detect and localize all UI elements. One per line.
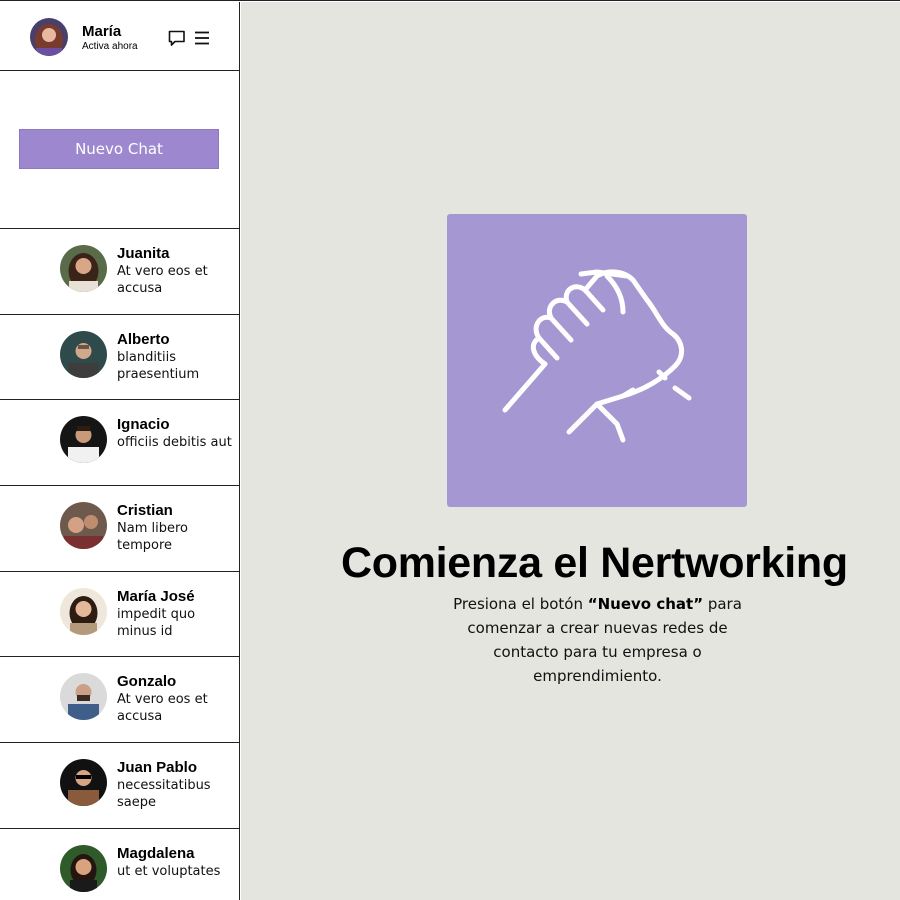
contact-item-ignacio[interactable]: Ignacio officiis debitis aut xyxy=(0,400,239,487)
user-name: María xyxy=(82,23,122,40)
contact-list: Juanita At vero eos et accusa Alberto bl… xyxy=(0,229,239,900)
contact-avatar xyxy=(60,502,107,550)
page-description: Presiona el botón “Nuevo chat” para come… xyxy=(441,592,754,688)
user-avatar[interactable] xyxy=(30,18,68,56)
contact-name: María José xyxy=(117,587,195,605)
contact-name: Magdalena xyxy=(117,844,195,862)
contact-last-message: blanditiis praesentium xyxy=(117,349,200,382)
app-window: María Activa ahora Nuevo Chat Juanita At… xyxy=(0,0,900,900)
contact-name: Gonzalo xyxy=(117,673,177,691)
description-highlight: “Nuevo chat” xyxy=(587,595,704,613)
hamburger-menu-icon[interactable] xyxy=(193,29,211,47)
sidebar: María Activa ahora Nuevo Chat Juanita At… xyxy=(0,2,240,900)
main-panel: Comienza el Nertworking Presiona el botó… xyxy=(241,2,900,900)
contact-item-magdalena[interactable]: Magdalena ut et voluptates xyxy=(0,829,239,900)
chat-bubble-icon[interactable] xyxy=(167,28,187,48)
contact-avatar xyxy=(60,587,107,635)
contact-avatar xyxy=(60,759,107,807)
hero-illustration xyxy=(447,214,747,507)
contact-avatar xyxy=(60,416,107,464)
profile-header: María Activa ahora xyxy=(0,2,239,71)
page-title: Comienza el Nertworking xyxy=(341,539,848,587)
contact-name: Alberto xyxy=(117,330,170,348)
contact-name: Juanita xyxy=(117,245,170,262)
contact-last-message: ut et voluptates xyxy=(117,863,221,879)
contact-last-message: At vero eos et accusa xyxy=(117,264,208,296)
contact-item-juanita[interactable]: Juanita At vero eos et accusa xyxy=(0,229,239,315)
contact-last-message: Nam libero tempore xyxy=(117,521,188,554)
contact-item-cristian[interactable]: Cristian Nam libero tempore xyxy=(0,486,239,572)
contact-avatar xyxy=(60,245,107,292)
contact-item-gonzalo[interactable]: Gonzalo At vero eos et accusa xyxy=(0,657,239,744)
contact-last-message: At vero eos et accusa xyxy=(117,692,208,725)
description-text-start: Presiona el botón xyxy=(453,595,588,613)
contact-last-message: impedit quo minus id xyxy=(117,606,196,639)
contact-avatar xyxy=(60,844,107,892)
contact-last-message: necessitatibus saepe xyxy=(117,778,211,811)
user-status: Activa ahora xyxy=(82,41,138,52)
contact-name: Cristian xyxy=(117,502,173,520)
new-chat-section: Nuevo Chat xyxy=(0,71,239,229)
contact-name: Juan Pablo xyxy=(117,759,198,777)
contact-item-maria-jose[interactable]: María José impedit quo minus id xyxy=(0,572,239,658)
handshake-icon xyxy=(502,269,692,443)
contact-item-juan-pablo[interactable]: Juan Pablo necessitatibus saepe xyxy=(0,743,239,829)
new-chat-button[interactable]: Nuevo Chat xyxy=(19,129,219,169)
contact-last-message: officiis debitis aut xyxy=(117,435,232,451)
contact-avatar xyxy=(60,673,107,721)
contact-item-alberto[interactable]: Alberto blanditiis praesentium xyxy=(0,315,239,401)
contact-avatar xyxy=(60,330,107,378)
contact-name: Ignacio xyxy=(117,416,170,434)
